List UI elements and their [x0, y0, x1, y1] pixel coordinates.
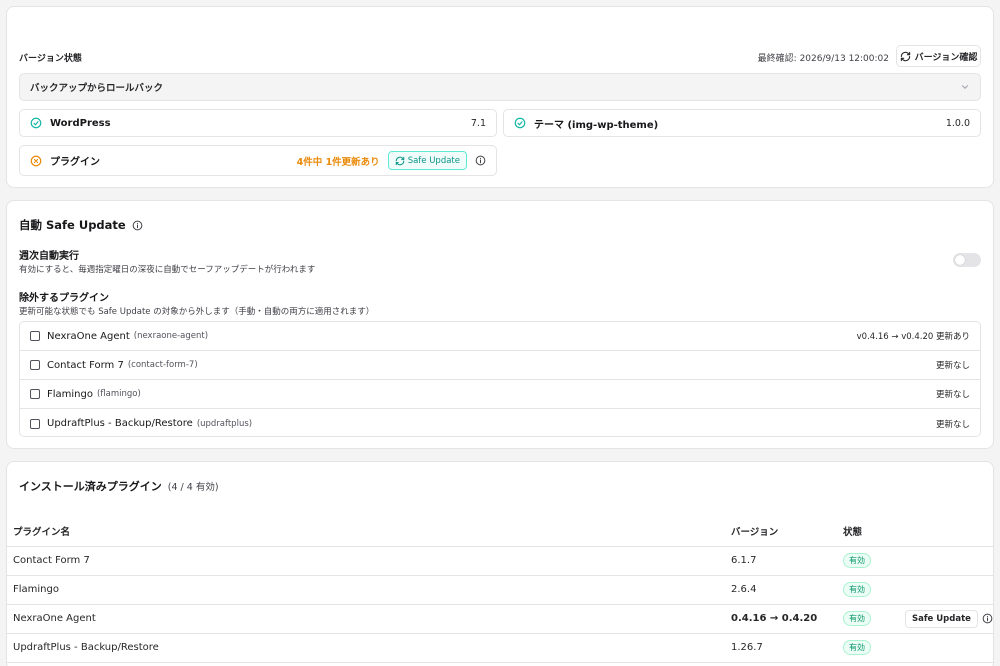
plugin-update-status: 更新なし [935, 361, 970, 371]
rollback-dropdown[interactable]: バックアップからロールバック [19, 73, 981, 101]
table-row: UpdraftPlus - Backup/Restore 1.26.7 有効 [7, 633, 993, 663]
safe-update-label: Safe Update [407, 155, 460, 166]
plugin-slug: (flamingo) [96, 389, 141, 399]
chevron-down-icon [961, 85, 969, 89]
auto-safe-update-card: 自動 Safe Update 週次自動実行 有効にすると、毎週指定曜日の深夜に自… [6, 200, 994, 449]
installed-plugins-title: インストール済みプラグイン [19, 480, 162, 493]
installed-plugins-table: プラグイン名 バージョン 状態 Contact Form 7 6.1.7 有効 … [7, 516, 993, 663]
wordpress-label: WordPress [50, 117, 111, 129]
check-circle-icon [30, 117, 42, 129]
weekly-auto-description: 有効にすると、毎週指定曜日の深夜に自動でセーフアップデートが行われます [19, 265, 316, 275]
version-status-title: バージョン状態 [19, 54, 82, 64]
rollback-label: バックアップからロールバック [30, 83, 164, 94]
plugin-name: NexraOne Agent [47, 330, 130, 342]
exclude-row-updraftplus[interactable]: UpdraftPlus - Backup/Restore (updraftplu… [20, 409, 980, 436]
exclude-row-nexraone[interactable]: NexraOne Agent (nexraone-agent) v0.4.16 … [20, 322, 980, 351]
status-badge: 有効 [843, 611, 871, 626]
exclude-checkbox[interactable] [30, 331, 40, 341]
plugin-name: UpdraftPlus - Backup/Restore [7, 633, 731, 663]
installed-plugins-card: インストール済みプラグイン (4 / 4 有効) プラグイン名 バージョン 状態 … [6, 461, 994, 666]
weekly-auto-title: 週次自動実行 [19, 251, 79, 262]
plugin-status: プラグイン 4件中 1件更新あり Safe Update [19, 145, 497, 176]
info-icon[interactable] [132, 220, 143, 231]
table-row: Flamingo 2.6.4 有効 [7, 575, 993, 605]
exclude-plugins-description: 更新可能な状態でも Safe Update の対象から外します（手動・自動の両方… [19, 307, 375, 317]
plugin-label: プラグイン [50, 157, 100, 168]
plugin-slug: (nexraone-agent) [133, 331, 209, 341]
column-version: バージョン [731, 516, 843, 547]
exclude-plugin-list: NexraOne Agent (nexraone-agent) v0.4.16 … [19, 321, 981, 437]
plugin-version: 2.6.4 [731, 575, 843, 605]
plugin-name: UpdraftPlus - Backup/Restore [47, 418, 193, 429]
column-plugin-name: プラグイン名 [7, 516, 731, 547]
info-icon[interactable] [982, 613, 993, 624]
theme-status: テーマ (img-wp-theme) 1.0.0 [503, 109, 981, 137]
plugin-slug: (updraftplus) [196, 418, 253, 429]
check-circle-icon [514, 117, 526, 129]
wordpress-status: WordPress 7.1 [19, 109, 497, 137]
plugin-slug: (contact-form-7) [127, 360, 198, 370]
table-header-row: プラグイン名 バージョン 状態 [7, 516, 993, 547]
plugin-update-status: 更新なし [935, 419, 970, 430]
warning-x-circle-icon [30, 155, 42, 166]
weekly-auto-toggle[interactable] [953, 253, 981, 267]
exclude-checkbox[interactable] [30, 389, 40, 399]
theme-label: テーマ (img-wp-theme) [534, 119, 659, 131]
status-badge: 有効 [843, 553, 871, 568]
plugin-version-update: 0.4.16 → 0.4.20 [731, 604, 843, 634]
plugin-name: Flamingo [7, 575, 731, 605]
installed-plugins-heading: インストール済みプラグイン (4 / 4 有効) [19, 478, 219, 494]
refresh-icon [395, 156, 404, 165]
plugin-name: Flamingo [47, 388, 93, 400]
version-check-label: バージョン確認 [914, 52, 978, 63]
plugin-update-status: v0.4.16 → v0.4.20 更新あり [856, 332, 970, 342]
plugin-name: Contact Form 7 [7, 546, 731, 576]
last-check-time: 最終確認: 2026/9/13 12:00:02 [757, 54, 889, 64]
refresh-icon [900, 51, 910, 61]
exclude-row-contact-form-7[interactable]: Contact Form 7 (contact-form-7) 更新なし [20, 351, 980, 380]
plugin-name: Contact Form 7 [47, 359, 124, 371]
plugin-update-status: 更新なし [935, 390, 970, 400]
version-status-card: バージョン状態 最終確認: 2026/9/13 12:00:02 バージョン確認… [6, 6, 994, 188]
plugin-version: 1.26.7 [731, 633, 843, 663]
version-check-button[interactable]: バージョン確認 [896, 45, 981, 67]
safe-update-button[interactable]: Safe Update [387, 151, 467, 170]
table-row: Contact Form 7 6.1.7 有効 [7, 546, 993, 576]
plugin-version: 6.1.7 [731, 546, 843, 576]
status-badge: 有効 [843, 582, 871, 597]
exclude-checkbox[interactable] [30, 360, 40, 370]
plugin-name: NexraOne Agent [7, 604, 731, 634]
exclude-row-flamingo[interactable]: Flamingo (flamingo) 更新なし [20, 380, 980, 409]
exclude-plugins-title: 除外するプラグイン [19, 293, 109, 304]
table-row: NexraOne Agent 0.4.16 → 0.4.20 有効 Safe U… [7, 604, 993, 634]
exclude-checkbox[interactable] [30, 418, 40, 429]
auto-safe-update-label: 自動 Safe Update [19, 218, 126, 232]
wordpress-version: 7.1 [470, 117, 486, 129]
info-icon[interactable] [475, 155, 486, 166]
plugin-update-count: 4件中 1件更新あり [296, 156, 380, 168]
installed-plugins-count: (4 / 4 有効) [167, 482, 219, 493]
status-badge: 有効 [843, 640, 871, 655]
theme-version: 1.0.0 [945, 117, 970, 129]
auto-safe-update-title: 自動 Safe Update [19, 217, 143, 233]
column-actions [905, 516, 993, 547]
column-status: 状態 [843, 516, 905, 547]
row-safe-update-button[interactable]: Safe Update [905, 609, 978, 628]
